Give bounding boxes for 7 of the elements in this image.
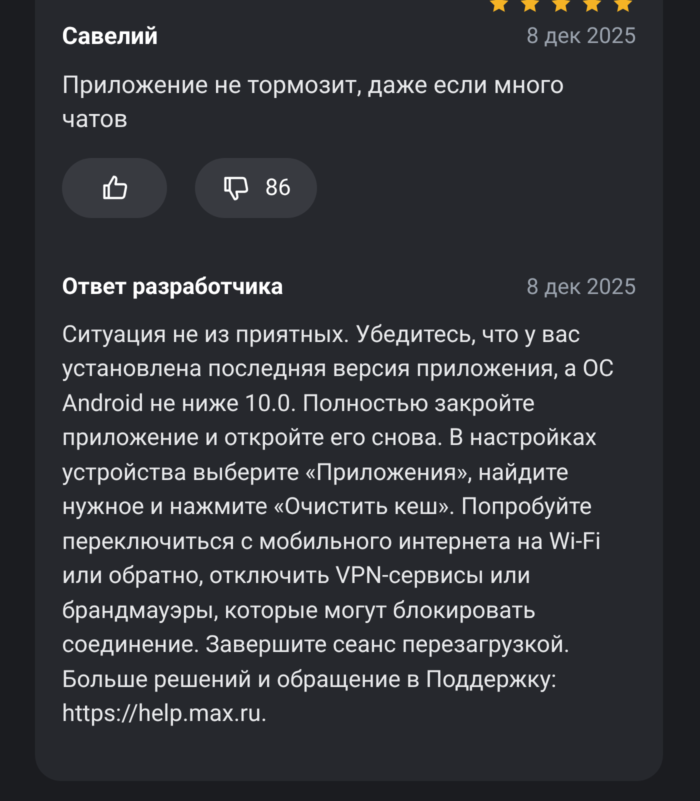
- review-date: 8 дек 2025: [526, 22, 636, 50]
- reply-date: 8 дек 2025: [526, 274, 636, 302]
- reply-title: Ответ разработчика: [62, 272, 284, 302]
- reply-text: Ситуация не из приятных. Убедитесь, что у вас установлена последняя версия приложения, а ОС Android не ниже 10.0. Полностью закройте приложение и откройте его снова. В настройках устройства выберите «Приложения», найдите нужное и нажмите «Очистить кеш». Попробуйте переключиться с мобильного интернета на Wi-Fi или обратно, отключить VPN-сервисы или брандмауэры, которые могут блокировать соединение. Завершите сеанс перезагрузкой. Больше решений и обращение в Поддержку: https://help.max.ru.: [62, 318, 615, 729]
- author-name: Савелий: [62, 21, 158, 52]
- review-text: Приложение не тормозит, даже если много чатов: [62, 69, 565, 135]
- dislike-button[interactable]: 86: [195, 158, 317, 218]
